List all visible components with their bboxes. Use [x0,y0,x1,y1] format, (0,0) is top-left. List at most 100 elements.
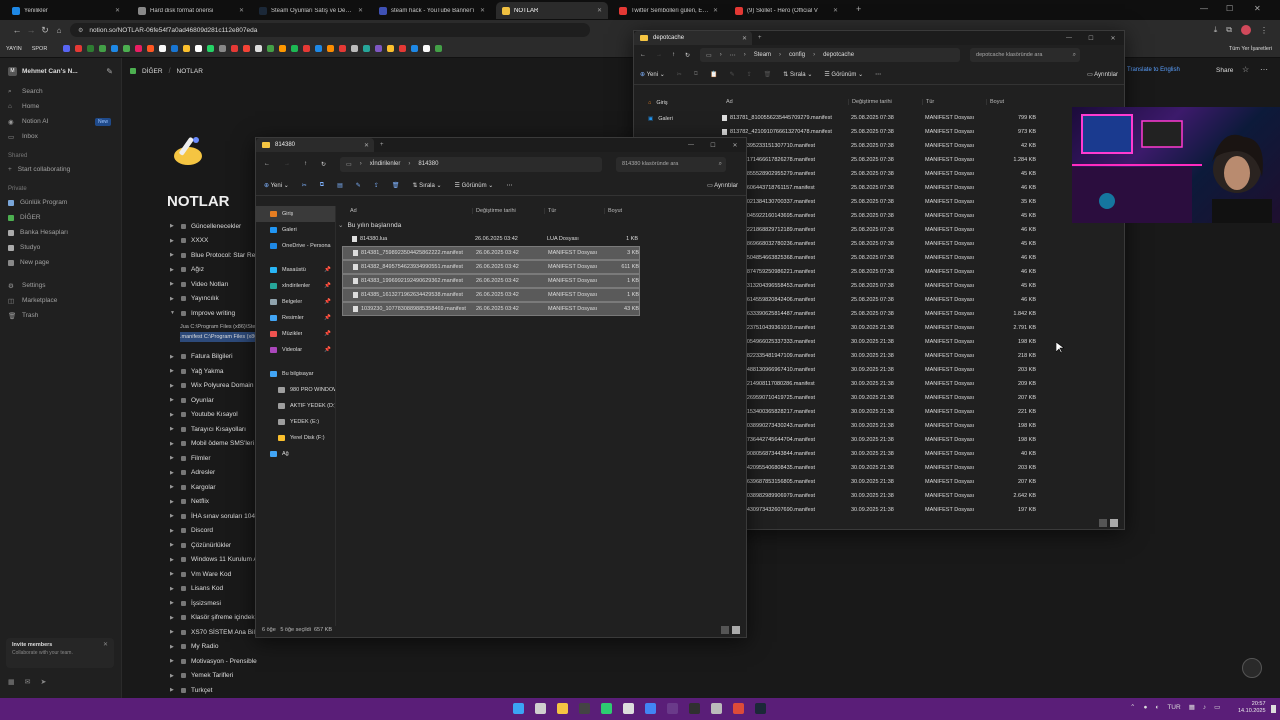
path-downloads[interactable]: xİndirilenler [370,161,401,167]
language-indicator[interactable]: TUR [1167,704,1180,711]
file-row[interactable]: 1039230_1077830889885358469.manifest 26.0… [342,302,640,316]
bookmark-favicon-icon[interactable] [111,45,119,52]
chevron-right-icon[interactable]: ▶ [170,455,176,461]
new-tab-icon[interactable]: + [380,142,384,148]
breadcrumb-notlar[interactable]: NOTLAR [177,68,203,75]
bookmark-favicon-icon[interactable] [87,45,95,52]
close-tab-icon[interactable]: ✕ [713,7,718,14]
tree-item[interactable]: ▶ Turkçet [170,683,380,698]
cut-icon[interactable]: ✂ [302,182,307,189]
more-icon[interactable]: ⋯ [1260,65,1268,74]
bookmark-yayin[interactable]: YAYIN [6,46,22,52]
chevron-right-icon[interactable]: ▶ [170,629,176,635]
calendar-icon[interactable]: ▦ [8,678,15,686]
new-button[interactable]: ⊕ Yeni ⌄ [264,182,289,189]
clock[interactable]: 20:57 14.10.2025 [1238,701,1266,715]
close-tab-icon[interactable]: ✕ [358,7,363,14]
file-row[interactable]: ...8193054966025337333.manifest 30.09.202… [714,335,1114,349]
mail-icon[interactable]: ✉ [25,678,31,686]
col-name[interactable]: Ad [342,208,472,214]
chevron-right-icon[interactable]: ▶ [170,687,176,693]
file-row[interactable]: ...5258021384130700337.manifest 25.08.202… [714,195,1114,209]
nav-item[interactable]: Ağ [256,446,335,462]
close-tab-icon[interactable]: ✕ [115,7,120,14]
refresh-icon[interactable]: ↻ [321,161,326,168]
file-row[interactable]: ...2202736442745644704.manifest 30.09.202… [714,433,1114,447]
view-button[interactable]: ☰ Görünüm ⌄ [455,182,494,189]
back-arrow-icon[interactable]: ← [10,25,24,35]
chrome-icon[interactable] [645,703,656,714]
col-type[interactable]: Tür [922,99,986,105]
file-row[interactable]: 814382_8495754623934990551.manifest 26.06… [342,260,640,274]
url-field[interactable]: ⚙ notion.so/NOTLAR-06fe54f7a0ad46809d281… [70,23,590,37]
file-row[interactable]: 814385_1613271962634429538.manifest 26.06… [342,288,640,302]
private-page[interactable]: DİĞER [0,210,121,225]
bookmark-favicon-icon[interactable] [75,45,83,52]
bookmark-favicon-icon[interactable] [339,45,347,52]
bookmark-favicon-icon[interactable] [387,45,395,52]
chevron-right-icon[interactable]: ▶ [170,615,176,621]
translate-link[interactable]: Translate to English [1127,67,1180,73]
explorer2-path[interactable]: ▭ › ⋯ › Steam › config › depotcache [700,48,961,62]
rename-icon[interactable]: ✎ [730,71,735,78]
reload-icon[interactable]: ↻ [38,25,52,36]
chevron-right-icon[interactable]: ▶ [170,528,176,534]
chevron-right-icon[interactable]: ▶ [170,542,176,548]
forward-arrow-icon[interactable]: → [284,161,290,167]
up-arrow-icon[interactable]: ↑ [304,161,307,167]
bookmark-favicon-icon[interactable] [279,45,287,52]
close-tab-icon[interactable]: ✕ [364,142,369,149]
close-tab-icon[interactable]: ✕ [833,7,838,14]
nav-item[interactable]: Galeri [256,222,335,238]
bookmark-favicon-icon[interactable] [183,45,191,52]
nav-item[interactable]: Belgeler 📌 [256,294,335,310]
file-row[interactable]: ...2059269590710419725.manifest 30.09.202… [714,391,1114,405]
nav-item[interactable]: Resimler 📌 [256,310,335,326]
chevron-right-icon[interactable]: ▶ [170,426,176,432]
nav-item[interactable]: Giriş [256,206,335,222]
bookmark-favicon-icon[interactable] [147,45,155,52]
download-icon[interactable]: ⤓ [1214,25,1218,35]
explorer-icon[interactable] [557,703,568,714]
git-app-icon[interactable] [733,703,744,714]
nav-galeri[interactable]: ▣ Galeri [634,111,714,127]
col-date[interactable]: Değiştirme tarihi [848,99,922,105]
window-close-icon[interactable]: ✕ [1102,35,1124,42]
bookmark-favicon-icon[interactable] [423,45,431,52]
close-tab-icon[interactable]: ✕ [480,7,485,14]
file-icon[interactable] [535,703,546,714]
bookmark-favicon-icon[interactable] [327,45,335,52]
file-row[interactable]: ...2444606443718761157.manifest 25.08.202… [714,181,1114,195]
chevron-up-icon[interactable]: ⌃ [1130,703,1135,711]
explorer1-path[interactable]: ▭ › xİndirilenler › 814380 [340,156,603,172]
file-row[interactable]: 814380.lua 26.06.2025 03:42 LUA Dosyası 1 K… [342,232,640,246]
up-arrow-icon[interactable]: ↑ [672,52,675,58]
delete-icon[interactable]: 🗑 [764,71,772,78]
back-arrow-icon[interactable]: ← [264,161,270,167]
home-icon[interactable]: ⌂ [52,26,66,35]
file-row[interactable]: 814383_1996992192490629362.manifest 26.06… [342,274,640,288]
file-row[interactable]: ...2293639687853156805.manifest 30.09.202… [714,475,1114,489]
file-row[interactable]: ...6415038982989906979.manifest 30.09.202… [714,489,1114,503]
refresh-icon[interactable]: ↻ [685,52,690,59]
nav-item[interactable]: AKTİF YEDEK (D:) [256,398,335,414]
private-page[interactable]: Banka Hesapları [0,225,121,240]
nav-item[interactable]: 980 PRO WINDOWS (C:) [256,382,335,398]
group-header[interactable]: ⌄ Bu yılın başlarında [338,218,401,232]
browser-tab[interactable]: (9) Skillet - Hero (Official V ✕ [729,2,844,19]
nav-home[interactable]: ⌂ Home [0,99,121,114]
bookmark-favicon-icon[interactable] [63,45,71,52]
chevron-right-icon[interactable]: ▶ [170,513,176,519]
more-icon[interactable]: ⋯ [506,182,512,189]
chevron-right-icon[interactable]: ▶ [170,571,176,577]
browser-tab[interactable]: Yenilikler ✕ [6,2,126,19]
chevron-right-icon[interactable]: ▶ [170,281,176,287]
share-button[interactable]: Share [1216,67,1233,74]
site-info-icon[interactable]: ⚙ [78,27,83,34]
nav-item[interactable]: Videolar 📌 [256,342,335,358]
tiles-view-icon[interactable] [1110,519,1118,527]
chevron-right-icon[interactable]: ▶ [170,368,176,374]
bookmark-favicon-icon[interactable] [135,45,143,52]
file-row[interactable]: ...4693313204396558453.manifest 25.08.202… [714,279,1114,293]
col-size[interactable]: Boyut [986,99,1046,105]
